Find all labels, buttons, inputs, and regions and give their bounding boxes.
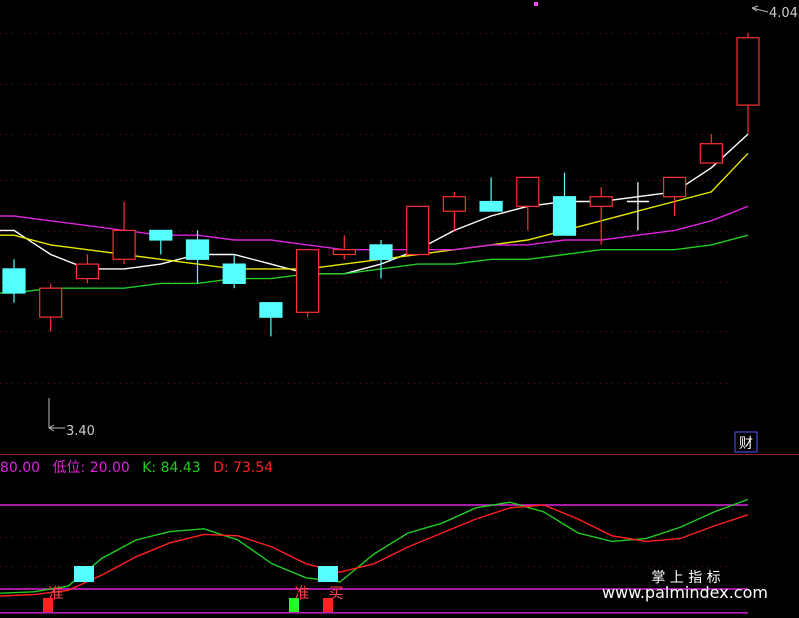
signal-label: 准: [48, 584, 63, 602]
candle-body: [185, 239, 210, 260]
candle-body: [296, 249, 320, 313]
candle-body: [259, 302, 283, 318]
finance-badge[interactable]: 财: [739, 436, 753, 452]
candle-body: [662, 176, 687, 198]
candle-body: [112, 229, 136, 260]
signal-box: [318, 566, 338, 582]
candle-body: [332, 249, 356, 256]
candle-body: [699, 143, 723, 164]
candle-body: [149, 229, 173, 241]
legend-k: K: 84.43: [142, 460, 200, 476]
low-price-label: 3.40: [66, 424, 95, 439]
candle-body: [369, 244, 393, 260]
candle-body: [2, 268, 26, 294]
candle-body: [479, 200, 503, 212]
candle-body: [75, 263, 100, 280]
candle-body: [736, 37, 760, 106]
watermark-url: www.palmindex.com: [602, 583, 768, 602]
candle-body: [552, 196, 577, 236]
candle-body: [516, 176, 540, 207]
legend-high: 80.00: [0, 460, 40, 476]
marker-dot: [534, 2, 538, 6]
signal-box: [74, 566, 94, 582]
signal-label: 买: [328, 584, 343, 602]
legend-d: D: 73.54: [213, 460, 273, 476]
legend-low: 低位: 20.00: [53, 460, 130, 476]
stock-chart: 4.04 3.40 财 80.00 低位: 20.00 K: 84.43 D: …: [0, 0, 799, 618]
candle-body: [222, 263, 246, 285]
candle-body: [39, 287, 63, 318]
candle-body: [589, 196, 613, 207]
high-price-label: 4.04: [769, 6, 798, 21]
signal-label: 准: [294, 584, 309, 602]
candle-body: [406, 205, 430, 256]
candle-body: [442, 196, 466, 212]
